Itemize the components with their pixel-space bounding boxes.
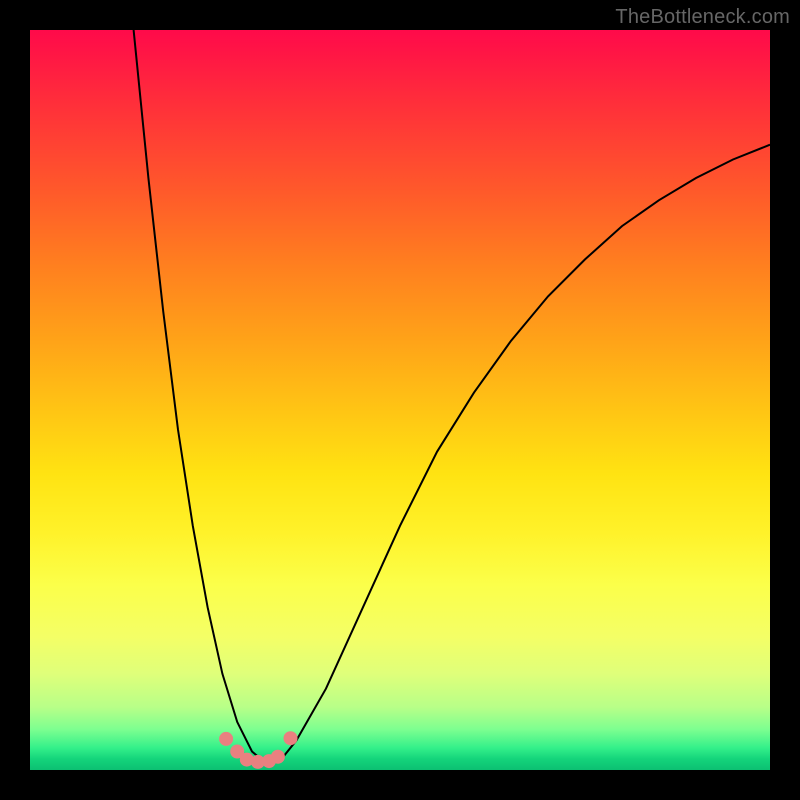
marker-point — [284, 731, 298, 745]
marker-group — [219, 731, 297, 769]
marker-point — [219, 732, 233, 746]
watermark-text: TheBottleneck.com — [615, 6, 790, 29]
plot-area — [30, 30, 770, 770]
marker-point — [271, 750, 285, 764]
chart-frame: TheBottleneck.com — [0, 0, 800, 800]
curve-layer — [30, 30, 770, 770]
bottleneck-curve — [134, 30, 770, 764]
